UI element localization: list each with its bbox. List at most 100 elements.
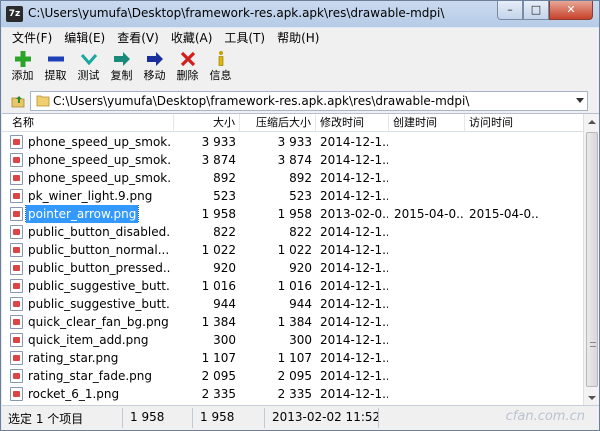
cell-accessed	[469, 367, 539, 385]
table-row[interactable]: rocket_6_1.png 2 335 2 335 2014-12-1...	[2, 385, 583, 403]
cell-modified: 2014-12-1...	[320, 279, 388, 293]
cell-created	[394, 151, 464, 169]
cell-created	[394, 295, 464, 313]
table-row[interactable]: public_suggestive_butt... 944 944 2014-12-1…	[2, 295, 583, 313]
column-modified[interactable]: 修改时间	[316, 114, 389, 132]
info-button[interactable]: 信息	[204, 48, 237, 86]
cell-name: quick_clear_fan_bg.png	[10, 313, 170, 331]
menu-help[interactable]: 帮助(H)	[271, 29, 325, 47]
cell-created	[394, 385, 464, 403]
close-button[interactable]: ✕	[549, 1, 593, 20]
cell-accessed	[469, 331, 539, 349]
file-list: 名称 大小 压缩后大小 修改时间 创建时间 访问时间 phone_speed_u…	[2, 113, 599, 405]
cell-accessed	[469, 223, 539, 241]
cell-name: public_suggestive_butt...	[10, 295, 170, 313]
cell-size: 1 958	[201, 207, 236, 221]
vertical-scrollbar[interactable]	[583, 114, 599, 405]
table-row[interactable]: rating_star.png 1 107 1 107 2014-12-1...	[2, 349, 583, 367]
cell-size: 300	[213, 333, 236, 347]
add-button[interactable]: 添加	[6, 48, 39, 86]
test-button[interactable]: 测试	[72, 48, 105, 86]
png-file-icon	[10, 351, 23, 365]
move-button[interactable]: 移动	[138, 48, 171, 86]
cell-modified: 2014-12-1...	[320, 315, 388, 329]
cell-size: 3 874	[201, 153, 236, 167]
cell-packed-size: 1 022	[277, 243, 312, 257]
up-folder-icon[interactable]	[10, 93, 26, 109]
cell-name: rating_star_fade.png	[10, 367, 170, 385]
table-row[interactable]: rating_star_fade.png 2 095 2 095 2014-12-1.…	[2, 367, 583, 385]
menu-edit[interactable]: 编辑(E)	[58, 29, 111, 47]
file-name: public_button_pressed....	[28, 261, 170, 275]
table-row[interactable]: public_suggestive_butt... 1 016 1 016 2014-…	[2, 277, 583, 295]
scroll-down-icon[interactable]	[588, 396, 596, 400]
menu-file[interactable]: 文件(F)	[6, 29, 58, 47]
maximize-button[interactable]: □	[523, 1, 549, 20]
table-row[interactable]: phone_speed_up_smok... 3 933 3 933 2014-12-…	[2, 133, 583, 151]
list-header: 名称 大小 压缩后大小 修改时间 创建时间 访问时间	[2, 114, 583, 132]
table-row[interactable]: quick_clear_fan_bg.png 1 384 1 384 2014-12-…	[2, 313, 583, 331]
table-row[interactable]: pk_winer_light.9.png 523 523 2014-12-1...	[2, 187, 583, 205]
cell-packed-size: 920	[289, 261, 312, 275]
cell-packed-size: 3 874	[277, 153, 312, 167]
move-arrow-icon	[145, 49, 165, 69]
minimize-button[interactable]: –	[497, 1, 523, 20]
scroll-up-icon[interactable]	[588, 120, 596, 124]
column-name[interactable]: 名称	[2, 114, 174, 132]
cell-packed-size: 1 016	[277, 279, 312, 293]
cell-created	[394, 223, 464, 241]
status-bar: 选定 1 个项目 1 958 1 958 2013-02-02 11:52 cf…	[2, 405, 599, 430]
cell-size: 1 384	[201, 315, 236, 329]
path-input[interactable]: C:\Users\yumufa\Desktop\framework-res.ap…	[30, 91, 588, 111]
cell-accessed	[469, 169, 539, 187]
png-file-icon	[10, 261, 23, 275]
test-label: 测试	[77, 69, 100, 82]
file-name: phone_speed_up_smok...	[28, 135, 170, 149]
column-size[interactable]: 大小	[174, 114, 240, 132]
extract-button[interactable]: 提取	[39, 48, 72, 86]
table-row[interactable]: pointer_arrow.png 1 958 1 958 2013-02-0... 2…	[2, 205, 583, 223]
cell-name: pointer_arrow.png	[10, 205, 170, 223]
file-name: public_suggestive_butt...	[28, 279, 170, 293]
table-row[interactable]: public_button_disabled... 822 822 2014-12-1…	[2, 223, 583, 241]
menu-favorites[interactable]: 收藏(A)	[165, 29, 219, 47]
table-row[interactable]: quick_item_add.png 300 300 2014-12-1...	[2, 331, 583, 349]
status-divider	[192, 408, 193, 428]
file-name: phone_speed_up_smok...	[28, 171, 170, 185]
cell-modified: 2014-12-1...	[320, 153, 388, 167]
chevron-down-icon[interactable]	[576, 98, 584, 103]
cell-size: 822	[213, 225, 236, 239]
file-name: phone_speed_up_smok...	[28, 153, 170, 167]
title-bar[interactable]: 7z C:\Users\yumufa\Desktop\framework-res…	[1, 1, 599, 27]
status-size: 1 958	[130, 410, 165, 424]
cell-size: 944	[213, 297, 236, 311]
cell-name: pk_winer_light.9.png	[10, 187, 170, 205]
cell-name: quick_item_add.png	[10, 331, 170, 349]
table-row[interactable]: phone_speed_up_smok... 892 892 2014-12-1...	[2, 169, 583, 187]
status-packed-size: 1 958	[200, 410, 235, 424]
cell-created	[394, 187, 464, 205]
scrollbar-thumb[interactable]	[586, 132, 598, 387]
path-text: C:\Users\yumufa\Desktop\framework-res.ap…	[53, 94, 470, 108]
png-file-icon	[10, 171, 23, 185]
cell-name: phone_speed_up_smok...	[10, 151, 170, 169]
file-name: rating_star.png	[28, 351, 119, 365]
menu-view[interactable]: 查看(V)	[111, 29, 165, 47]
cell-modified: 2014-12-1...	[320, 351, 388, 365]
table-row[interactable]: public_button_pressed.... 920 920 2014-12-1…	[2, 259, 583, 277]
copy-button[interactable]: 复制	[105, 48, 138, 86]
menu-tools[interactable]: 工具(T)	[218, 29, 271, 47]
menu-bar: 文件(F) 编辑(E) 查看(V) 收藏(A) 工具(T) 帮助(H)	[2, 28, 599, 48]
add-label: 添加	[11, 69, 34, 82]
cell-created	[394, 367, 464, 385]
column-packed-size[interactable]: 压缩后大小	[240, 114, 316, 132]
cell-modified: 2014-12-1...	[320, 243, 388, 257]
png-file-icon	[10, 189, 23, 203]
delete-button[interactable]: 删除	[171, 48, 204, 86]
info-label: 信息	[209, 69, 232, 82]
table-row[interactable]: public_button_normal.... 1 022 1 022 2014-1…	[2, 241, 583, 259]
cell-accessed: 2015-04-0...	[469, 207, 539, 221]
column-created[interactable]: 创建时间	[389, 114, 465, 132]
column-accessed[interactable]: 访问时间	[465, 114, 583, 132]
table-row[interactable]: phone_speed_up_smok... 3 874 3 874 2014-12-…	[2, 151, 583, 169]
